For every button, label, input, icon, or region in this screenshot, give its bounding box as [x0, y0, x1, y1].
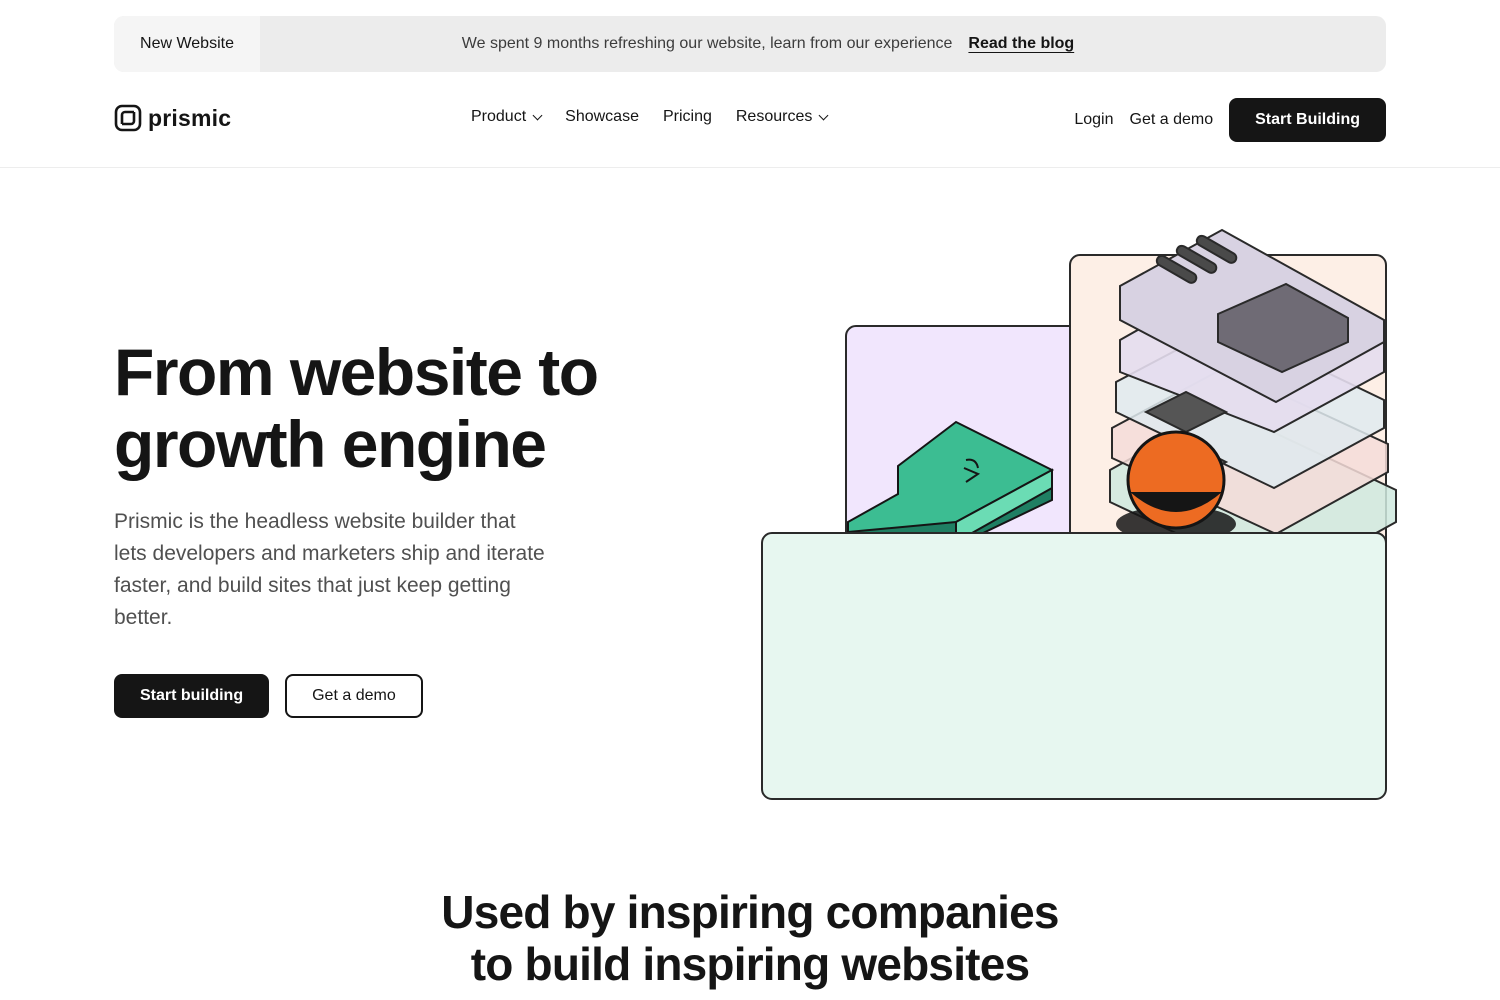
- nav-demo-link[interactable]: Get a demo: [1130, 111, 1214, 129]
- mint-card: [761, 532, 1387, 800]
- hero-title-line2: growth engine: [114, 407, 547, 481]
- chevron-down-icon: [532, 110, 543, 120]
- nav-product[interactable]: Product: [471, 108, 543, 126]
- nav-showcase[interactable]: Showcase: [565, 108, 639, 126]
- nav-pricing[interactable]: Pricing: [663, 108, 712, 126]
- companies-title-line2: to build inspiring websites: [470, 938, 1030, 990]
- nav-actions: Login Get a demo Start Building: [1074, 98, 1386, 142]
- get-demo-button[interactable]: Get a demo: [285, 674, 423, 718]
- start-building-nav-button[interactable]: Start Building: [1229, 98, 1386, 142]
- nav-links: Product Showcase Pricing Resources: [471, 108, 829, 126]
- hero-title-line1: From website to: [114, 335, 599, 409]
- hero-subtitle: Prismic is the headless website builder …: [114, 510, 545, 629]
- nav-pricing-label: Pricing: [662, 108, 712, 125]
- announcement-bar: New Website We spent 9 months refreshing…: [114, 16, 1386, 72]
- hero-title: From website to growth engine: [114, 336, 674, 480]
- companies-title: Used by inspiring companies to build ins…: [0, 886, 1500, 990]
- announcement-tag: New Website: [114, 16, 260, 72]
- companies-title-line1: Used by inspiring companies: [441, 886, 1059, 938]
- nav-resources-label: Resources: [735, 108, 813, 125]
- chevron-down-icon: [818, 110, 829, 120]
- logo[interactable]: prismic: [114, 104, 231, 132]
- read-blog-link[interactable]: Read the blog: [968, 35, 1074, 53]
- logo-wordmark: prismic: [148, 104, 232, 131]
- prismic-logo-icon: [114, 104, 142, 132]
- announcement-message-wrap: We spent 9 months refreshing our website…: [260, 35, 1386, 53]
- nav-resources[interactable]: Resources: [735, 108, 829, 126]
- nav-product-label: Product: [471, 108, 527, 125]
- hero-illustration: [761, 228, 1397, 800]
- start-building-button[interactable]: Start building: [114, 674, 270, 718]
- nav-showcase-label: Showcase: [565, 108, 639, 125]
- login-link[interactable]: Login: [1074, 111, 1113, 129]
- announcement-message: We spent 9 months refreshing our website…: [461, 35, 953, 52]
- main-nav: prismic Product Showcase Pricing Resourc…: [0, 72, 1500, 168]
- hero-ctas: Start building Get a demo: [114, 674, 423, 718]
